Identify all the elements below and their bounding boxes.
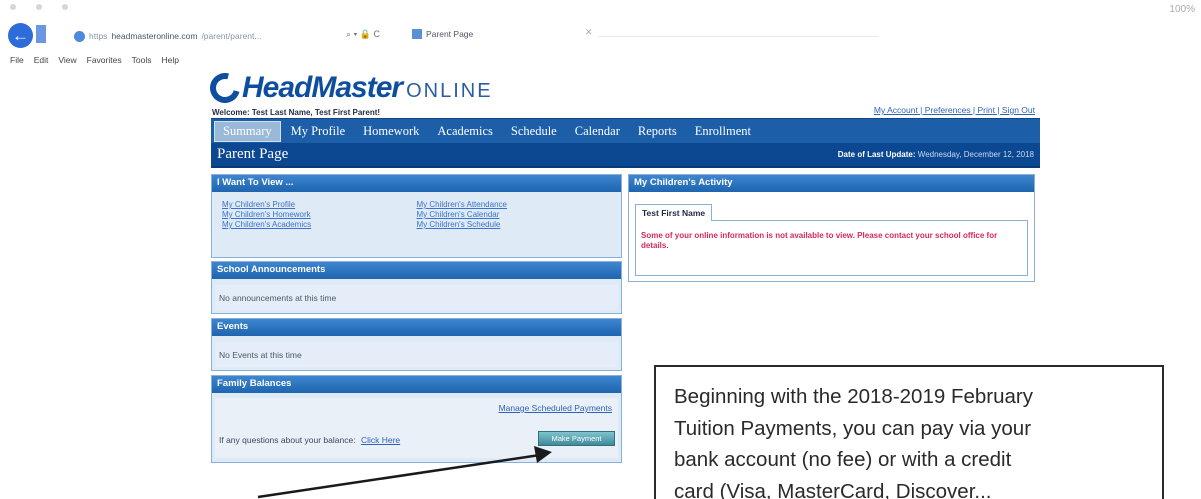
notice-line: Tuition Payments, you can pay via your [674, 416, 1032, 440]
payment-notice: Beginning with the 2018-2019 February Tu… [654, 365, 1164, 499]
notice-line: bank account (no fee) or with a credit [674, 448, 1012, 471]
notice-line: card (Visa, MasterCard, Discover... [674, 479, 992, 499]
notice-line: Beginning with the 2018-2019 February [674, 385, 1033, 408]
